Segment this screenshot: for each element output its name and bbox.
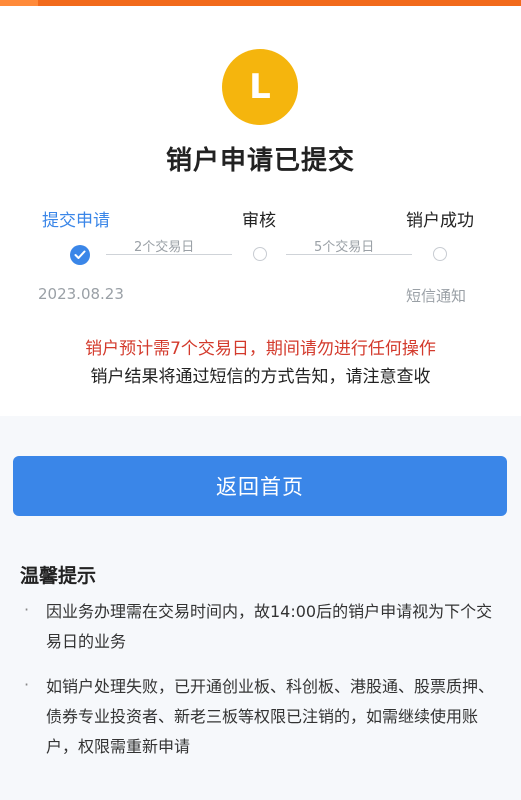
sms-notice-label: 短信通知 xyxy=(406,287,467,305)
warning-text: 销户预计需7个交易日，期间请勿进行任何操作 xyxy=(85,339,436,359)
progress-line-1 xyxy=(106,254,232,255)
step-submit-label: 提交申请 xyxy=(42,211,110,231)
step-success-dot xyxy=(433,247,447,261)
avatar-letter: L xyxy=(249,67,271,107)
tips-title: 温馨提示 xyxy=(20,565,97,587)
avatar: L xyxy=(222,49,298,125)
step-success-label: 销户成功 xyxy=(406,211,474,231)
duration-1: 2个交易日 xyxy=(134,240,195,255)
submit-date: 2023.08.23 xyxy=(38,285,124,303)
progress-line-2 xyxy=(286,254,412,255)
check-mark-icon xyxy=(74,250,86,259)
back-home-button[interactable]: 返回首页 xyxy=(13,456,507,516)
tip-item-1: 因业务办理需在交易时间内，故14:00后的销户申请视为下个交易日的业务 xyxy=(46,602,493,651)
tip-bullet-2: · xyxy=(24,675,30,694)
notice-text: 销户结果将通过短信的方式告知，请注意查收 xyxy=(90,367,431,387)
tip-bullet-1: · xyxy=(24,600,30,619)
page-title: 销户申请已提交 xyxy=(165,146,355,176)
tip-item-2: 如销户处理失败，已开通创业板、科创板、港股通、股票质押、债券专业投资者、新老三板… xyxy=(46,677,495,756)
step-review-label: 审核 xyxy=(242,211,276,231)
duration-2: 5个交易日 xyxy=(314,240,375,255)
step-done-check-icon xyxy=(70,245,90,265)
step-review-dot xyxy=(253,247,267,261)
